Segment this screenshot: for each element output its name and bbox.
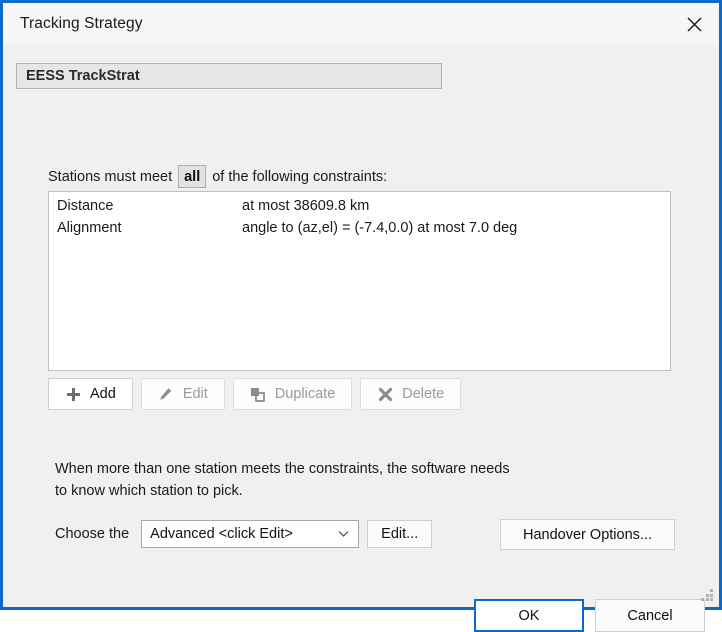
- title-bar: Tracking Strategy: [3, 3, 719, 45]
- delete-button-label: Delete: [402, 386, 445, 402]
- chevron-down-icon: [338, 530, 349, 538]
- pencil-icon: [158, 386, 174, 402]
- constraint-name: Distance: [57, 198, 114, 214]
- tracking-strategy-dialog: Tracking Strategy EESS TrackStrat Statio…: [0, 0, 722, 632]
- constraints-listbox[interactable]: Distance at most 38609.8 km Alignment an…: [48, 191, 671, 371]
- delete-button[interactable]: Delete: [360, 378, 462, 410]
- table-row[interactable]: Alignment angle to (az,el) = (-7.4,0.0) …: [49, 217, 670, 239]
- strategy-select-value: Advanced <click Edit>: [150, 526, 293, 542]
- close-icon: [686, 16, 703, 33]
- strategy-select[interactable]: Advanced <click Edit>: [141, 520, 360, 548]
- explanation-line-1: When more than one station meets the con…: [55, 461, 510, 477]
- choose-label: Choose the: [55, 526, 130, 542]
- duplicate-button[interactable]: Duplicate: [232, 378, 353, 410]
- dialog-body: EESS TrackStrat Stations must meet all o…: [3, 45, 719, 632]
- add-button[interactable]: Add: [48, 378, 133, 410]
- handover-options-button[interactable]: Handover Options...: [500, 519, 675, 550]
- constraint-description: at most 38609.8 km: [242, 198, 370, 214]
- explanation-text: When more than one station meets the con…: [55, 458, 510, 502]
- copy-icon: [250, 386, 266, 402]
- constraint-name: Alignment: [57, 220, 122, 236]
- close-button[interactable]: [669, 3, 719, 45]
- constraint-action-buttons: Add Edit Duplicate Delete: [48, 378, 462, 410]
- edit-constraint-label: Edit: [182, 386, 208, 402]
- strategy-name-value: EESS TrackStrat: [26, 68, 140, 84]
- add-button-label: Add: [90, 386, 116, 402]
- choose-strategy-row: Choose the Advanced <click Edit> Edit...: [55, 519, 433, 549]
- plus-icon: [65, 386, 81, 402]
- strategy-name-field[interactable]: EESS TrackStrat: [16, 63, 442, 89]
- resize-grip[interactable]: [701, 589, 714, 602]
- constraint-description: angle to (az,el) = (-7.4,0.0) at most 7.…: [242, 220, 518, 236]
- x-mark-icon: [377, 386, 393, 402]
- constraints-heading: Stations must meet all of the following …: [48, 165, 387, 188]
- constraints-lead-text: Stations must meet: [48, 168, 173, 185]
- quantifier-toggle-button[interactable]: all: [178, 165, 207, 188]
- cancel-button[interactable]: Cancel: [595, 599, 705, 632]
- duplicate-button-label: Duplicate: [274, 386, 336, 402]
- edit-strategy-button[interactable]: Edit...: [367, 520, 433, 548]
- explanation-line-2: to know which station to pick.: [55, 483, 243, 499]
- ok-button[interactable]: OK: [474, 599, 584, 632]
- window-title: Tracking Strategy: [20, 15, 143, 32]
- table-row[interactable]: Distance at most 38609.8 km: [49, 195, 670, 217]
- constraints-trail-text: of the following constraints:: [212, 168, 388, 185]
- edit-constraint-button[interactable]: Edit: [140, 378, 225, 410]
